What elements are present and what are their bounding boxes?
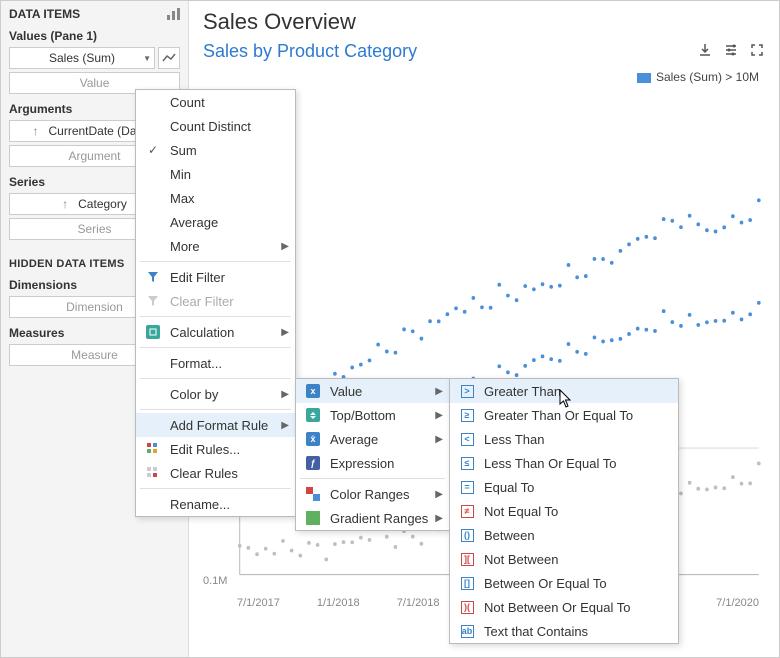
menu-item-greater-than[interactable]: >Greater Than: [450, 379, 678, 403]
submenu-arrow-icon: ▶: [435, 489, 443, 500]
submenu-arrow-icon: ▶: [435, 513, 443, 524]
filter-clear-icon: [146, 294, 160, 308]
menu-item-not-between-or-equal[interactable]: )(Not Between Or Equal To: [450, 595, 678, 619]
submenu-arrow-icon: ▶: [435, 410, 443, 421]
chart-type-icon[interactable]: [166, 7, 180, 21]
top-bottom-icon: [306, 408, 320, 422]
legend-swatch: [637, 73, 651, 83]
aggregation-context-menu: Count Count Distinct ✓Sum Min Max Averag…: [135, 89, 296, 517]
menu-item-edit-filter[interactable]: Edit Filter: [136, 265, 295, 289]
eq-icon: =: [461, 481, 474, 494]
menu-separator: [140, 409, 291, 410]
submenu-arrow-icon: ▶: [435, 386, 443, 397]
values-field-text: Sales (Sum): [49, 51, 115, 65]
menu-item-max[interactable]: Max: [136, 186, 295, 210]
format-rule-submenu: xValue▶ Top/Bottom▶ x̄Average▶ ƒExpressi…: [295, 378, 450, 531]
menu-item-min[interactable]: Min: [136, 162, 295, 186]
gradient-ranges-icon: [306, 511, 320, 525]
y-axis-tick: 0.1M: [203, 575, 227, 587]
menu-item-clear-rules[interactable]: Clear Rules: [136, 461, 295, 485]
menu-separator: [140, 261, 291, 262]
menu-item-more[interactable]: More▶: [136, 234, 295, 258]
value-icon: x: [306, 384, 320, 398]
submenu-arrow-icon: ▶: [281, 327, 289, 338]
sort-asc-icon: ↑: [32, 124, 44, 138]
menu-item-rename[interactable]: Rename...: [136, 492, 295, 516]
edit-rules-icon: [146, 442, 160, 456]
calculation-icon: [146, 325, 160, 339]
menu-item-sum[interactable]: ✓Sum: [136, 138, 295, 162]
menu-item-less-than[interactable]: <Less Than: [450, 427, 678, 451]
sort-asc-icon: ↑: [62, 197, 74, 211]
panel-title: DATA ITEMS: [9, 7, 80, 21]
parameters-icon[interactable]: [723, 42, 739, 61]
value-condition-submenu: >Greater Than ≥Greater Than Or Equal To …: [449, 378, 679, 644]
menu-item-top-bottom[interactable]: Top/Bottom▶: [296, 403, 449, 427]
values-field[interactable]: Sales (Sum) ▼: [9, 47, 155, 69]
gte-icon: ≥: [461, 409, 474, 422]
x-tick: 7/1/2020: [716, 597, 759, 609]
submenu-arrow-icon: ▶: [281, 420, 289, 431]
menu-separator: [140, 347, 291, 348]
menu-item-color-ranges[interactable]: Color Ranges▶: [296, 482, 449, 506]
values-section-label: Values (Pane 1): [9, 29, 180, 43]
menu-separator: [300, 478, 445, 479]
check-icon: ✓: [148, 143, 158, 157]
menu-item-color-by[interactable]: Color by▶: [136, 382, 295, 406]
neq-icon: ≠: [461, 505, 474, 518]
menu-separator: [140, 316, 291, 317]
not-between-icon: ][: [461, 553, 474, 566]
expression-icon: ƒ: [306, 456, 320, 470]
menu-item-between-or-equal[interactable]: []Between Or Equal To: [450, 571, 678, 595]
filter-icon: [146, 270, 160, 284]
dashboard-title: Sales Overview: [189, 1, 779, 37]
menu-item-not-equal-to[interactable]: ≠Not Equal To: [450, 499, 678, 523]
submenu-arrow-icon: ▶: [281, 241, 289, 252]
menu-item-expression[interactable]: ƒExpression: [296, 451, 449, 475]
lt-icon: <: [461, 433, 474, 446]
lte-icon: ≤: [461, 457, 474, 470]
menu-separator: [140, 378, 291, 379]
series-field-text: Category: [78, 197, 127, 211]
submenu-arrow-icon: ▶: [281, 389, 289, 400]
between-eq-icon: []: [461, 577, 474, 590]
menu-item-less-than-or-equal[interactable]: ≤Less Than Or Equal To: [450, 451, 678, 475]
maximize-icon[interactable]: [749, 42, 765, 61]
menu-item-add-format-rule[interactable]: Add Format Rule▶: [136, 413, 295, 437]
submenu-arrow-icon: ▶: [435, 434, 443, 445]
menu-item-gradient-ranges[interactable]: Gradient Ranges▶: [296, 506, 449, 530]
menu-item-not-between[interactable]: ][Not Between: [450, 547, 678, 571]
x-tick: 1/1/2018: [317, 597, 360, 609]
legend-text: Sales (Sum) > 10M: [656, 70, 759, 84]
menu-item-between[interactable]: ()Between: [450, 523, 678, 547]
menu-item-count-distinct[interactable]: Count Distinct: [136, 114, 295, 138]
chart-title: Sales by Product Category: [203, 41, 417, 62]
menu-item-average[interactable]: x̄Average▶: [296, 427, 449, 451]
not-between-eq-icon: )(: [461, 601, 474, 614]
text-contains-icon: ab: [461, 625, 474, 638]
color-ranges-icon: [306, 487, 320, 501]
dropdown-icon[interactable]: ▼: [143, 54, 151, 63]
x-tick: 7/1/2018: [397, 597, 440, 609]
x-tick: 7/1/2017: [237, 597, 280, 609]
menu-item-count[interactable]: Count: [136, 90, 295, 114]
menu-item-greater-than-or-equal[interactable]: ≥Greater Than Or Equal To: [450, 403, 678, 427]
menu-item-clear-filter: Clear Filter: [136, 289, 295, 313]
clear-rules-icon: [146, 466, 160, 480]
menu-item-text-contains[interactable]: abText that Contains: [450, 619, 678, 643]
menu-item-format[interactable]: Format...: [136, 351, 295, 375]
chart-legend: Sales (Sum) > 10M: [189, 64, 779, 90]
menu-item-edit-rules[interactable]: Edit Rules...: [136, 437, 295, 461]
menu-separator: [140, 488, 291, 489]
menu-item-average[interactable]: Average: [136, 210, 295, 234]
average-icon: x̄: [306, 432, 320, 446]
menu-item-equal-to[interactable]: =Equal To: [450, 475, 678, 499]
menu-item-value[interactable]: xValue▶: [296, 379, 449, 403]
export-icon[interactable]: [697, 42, 713, 61]
series-type-button[interactable]: [158, 47, 180, 69]
gt-icon: >: [461, 385, 474, 398]
between-icon: (): [461, 529, 474, 542]
menu-item-calculation[interactable]: Calculation▶: [136, 320, 295, 344]
